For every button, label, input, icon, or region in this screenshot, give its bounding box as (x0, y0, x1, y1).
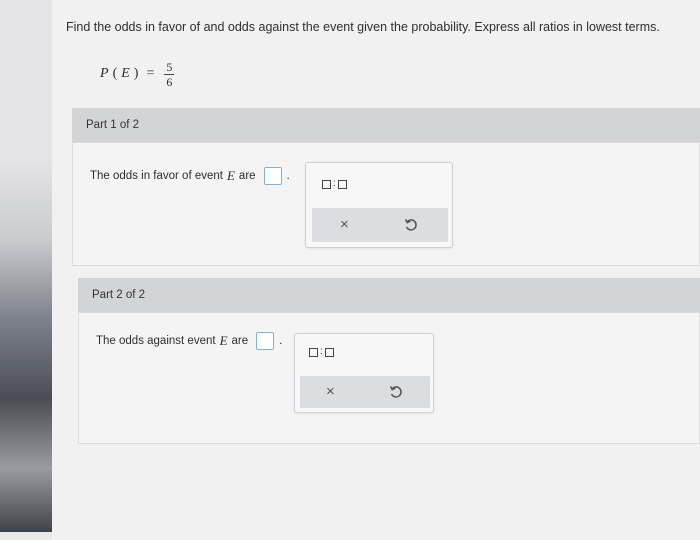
ratio-template-icon (322, 179, 331, 189)
part-1-title: Part 1 of 2 (86, 119, 140, 131)
part-1-header: Part 1 of 2 (72, 108, 700, 142)
part-2-ratio-button[interactable]: : (309, 347, 334, 357)
ratio-template-icon (324, 347, 334, 357)
part-1-ratio-button[interactable]: : (322, 179, 347, 189)
fraction-denominator: 6 (166, 74, 173, 89)
part-2-answer-input[interactable] (256, 332, 275, 350)
event-symbol: E (121, 66, 130, 81)
part-2-header: Part 2 of 2 (78, 278, 700, 312)
part-1-toolbox: : × (305, 162, 453, 248)
part-1-answer-input[interactable] (263, 167, 282, 185)
ratio-template-icon (337, 179, 347, 189)
part-1-period: . (286, 170, 290, 182)
probability-expression: P (E) = 5 6 (100, 56, 175, 92)
equals-sign: = (146, 66, 155, 81)
part-2-period: . (279, 335, 283, 347)
part-2-toolbox: : × (294, 333, 434, 413)
probability-label: P (100, 66, 109, 81)
undo-icon[interactable] (404, 218, 418, 232)
open-paren: ( (112, 66, 118, 81)
background-edge (0, 0, 52, 532)
fraction-numerator: 5 (164, 59, 175, 75)
question-text: Find the odds in favor of and odds again… (66, 20, 660, 34)
part-1-suffix: are (238, 170, 256, 182)
part-2-statement: The odds against event E are . (96, 331, 282, 351)
part-1-action-bar (312, 208, 448, 242)
part-2-suffix: are (231, 335, 249, 347)
part-2-event: E (219, 333, 228, 348)
part-1-event: E (226, 168, 235, 183)
part-2-clear-button[interactable]: × (326, 384, 335, 399)
part-2-prefix: The odds against event (96, 335, 216, 347)
part-2-title: Part 2 of 2 (92, 289, 146, 301)
probability-fraction: 5 6 (164, 59, 175, 89)
part-1-prefix: The odds in favor of event (90, 170, 223, 182)
part-1-clear-button[interactable]: × (340, 217, 349, 232)
close-paren: ) (133, 66, 139, 81)
part-2-action-bar (300, 376, 430, 408)
part-1-statement: The odds in favor of event E are . (90, 166, 290, 186)
undo-icon[interactable] (389, 385, 403, 399)
ratio-template-icon (309, 347, 318, 357)
